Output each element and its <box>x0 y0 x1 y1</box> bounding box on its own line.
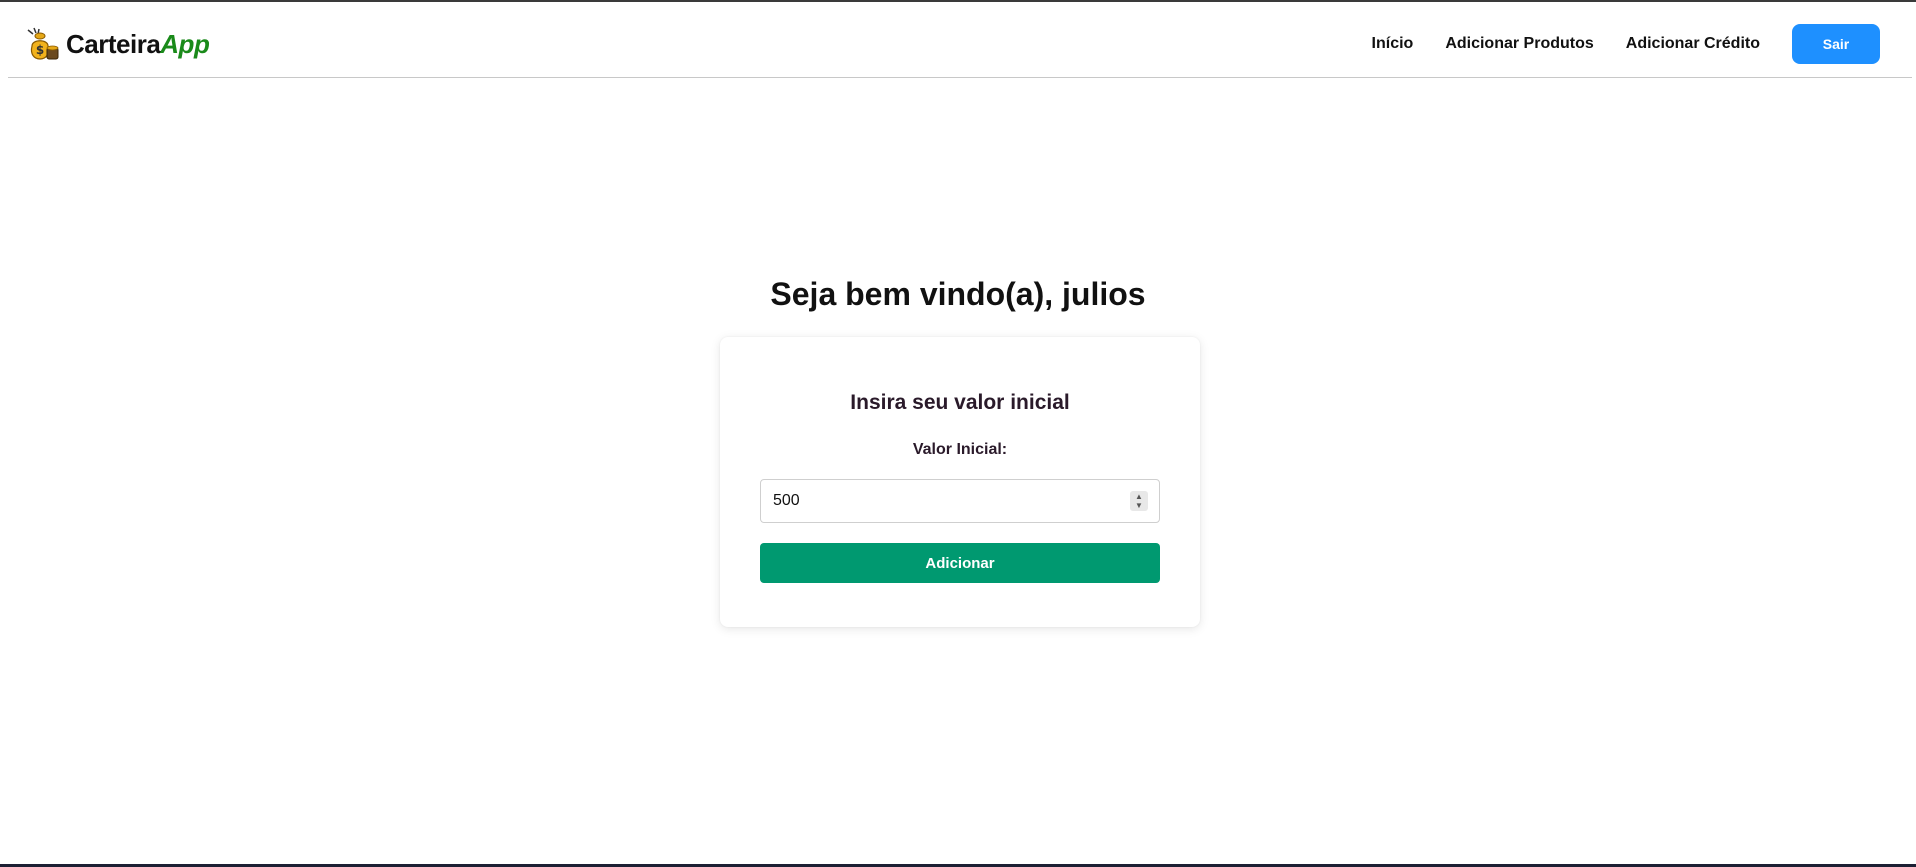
navbar: $ CarteiraApp Início Adicionar Produtos … <box>8 2 1912 78</box>
brand[interactable]: $ CarteiraApp <box>24 26 210 62</box>
number-spinner[interactable]: ▲ ▼ <box>1130 491 1148 511</box>
nav-links: Início Adicionar Produtos Adicionar Créd… <box>1340 24 1880 64</box>
initial-value-label: Valor Inicial: <box>912 441 1008 458</box>
nav-link-adicionar-produtos[interactable]: Adicionar Produtos <box>1445 35 1593 53</box>
initial-value-field-wrapper: ▲ ▼ <box>760 479 1160 523</box>
chevron-down-icon[interactable]: ▼ <box>1135 501 1143 510</box>
welcome-title: Seja bem vindo(a), julios <box>770 276 1146 312</box>
initial-value-input[interactable] <box>760 479 1160 523</box>
initial-value-card: Insira seu valor inicial Valor Inicial: … <box>720 337 1200 627</box>
brand-name-main: Carteira <box>66 28 161 59</box>
logout-button[interactable]: Sair <box>1792 24 1880 64</box>
money-bag-icon: $ <box>27 27 59 60</box>
chevron-up-icon[interactable]: ▲ <box>1135 492 1143 501</box>
card-title: Insira seu valor inicial <box>850 391 1070 414</box>
nav-link-inicio[interactable]: Início <box>1372 35 1414 53</box>
brand-name: CarteiraApp <box>66 28 210 60</box>
nav-link-adicionar-credito[interactable]: Adicionar Crédito <box>1626 35 1760 53</box>
brand-name-accent: App <box>160 28 210 59</box>
svg-text:$: $ <box>36 43 44 57</box>
add-button[interactable]: Adicionar <box>760 543 1160 583</box>
